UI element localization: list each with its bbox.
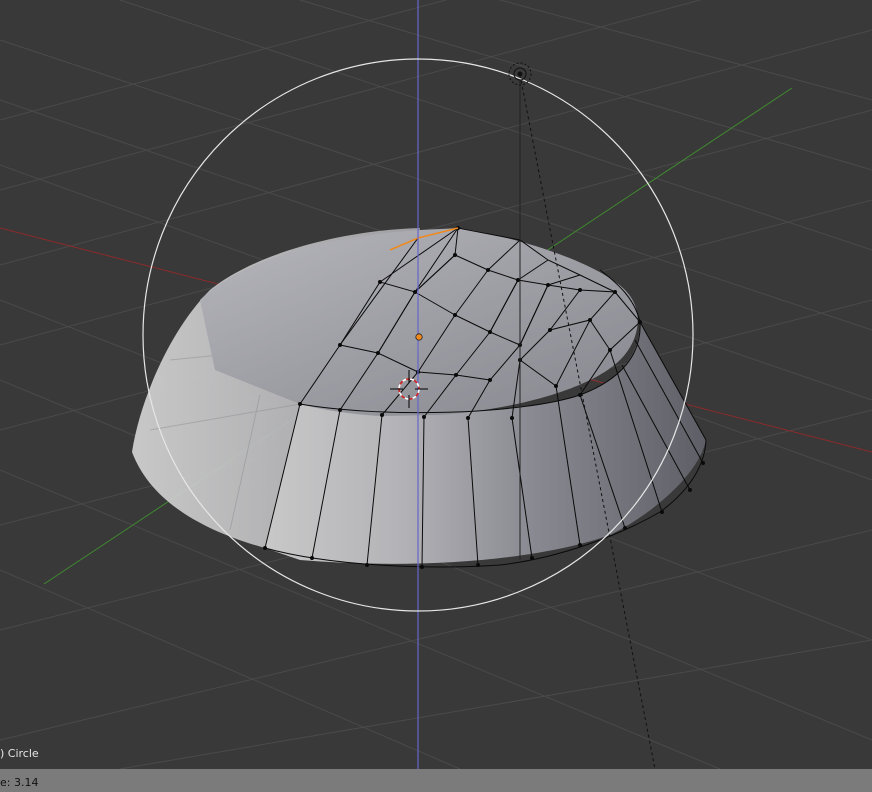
status-bar-text: e: 3.14 xyxy=(0,776,39,789)
object-origin-dot[interactable] xyxy=(415,333,423,341)
viewport-canvas[interactable] xyxy=(0,0,872,769)
object-name-label: ) Circle xyxy=(0,747,39,760)
status-bar xyxy=(0,769,872,792)
3d-viewport[interactable] xyxy=(0,0,872,769)
